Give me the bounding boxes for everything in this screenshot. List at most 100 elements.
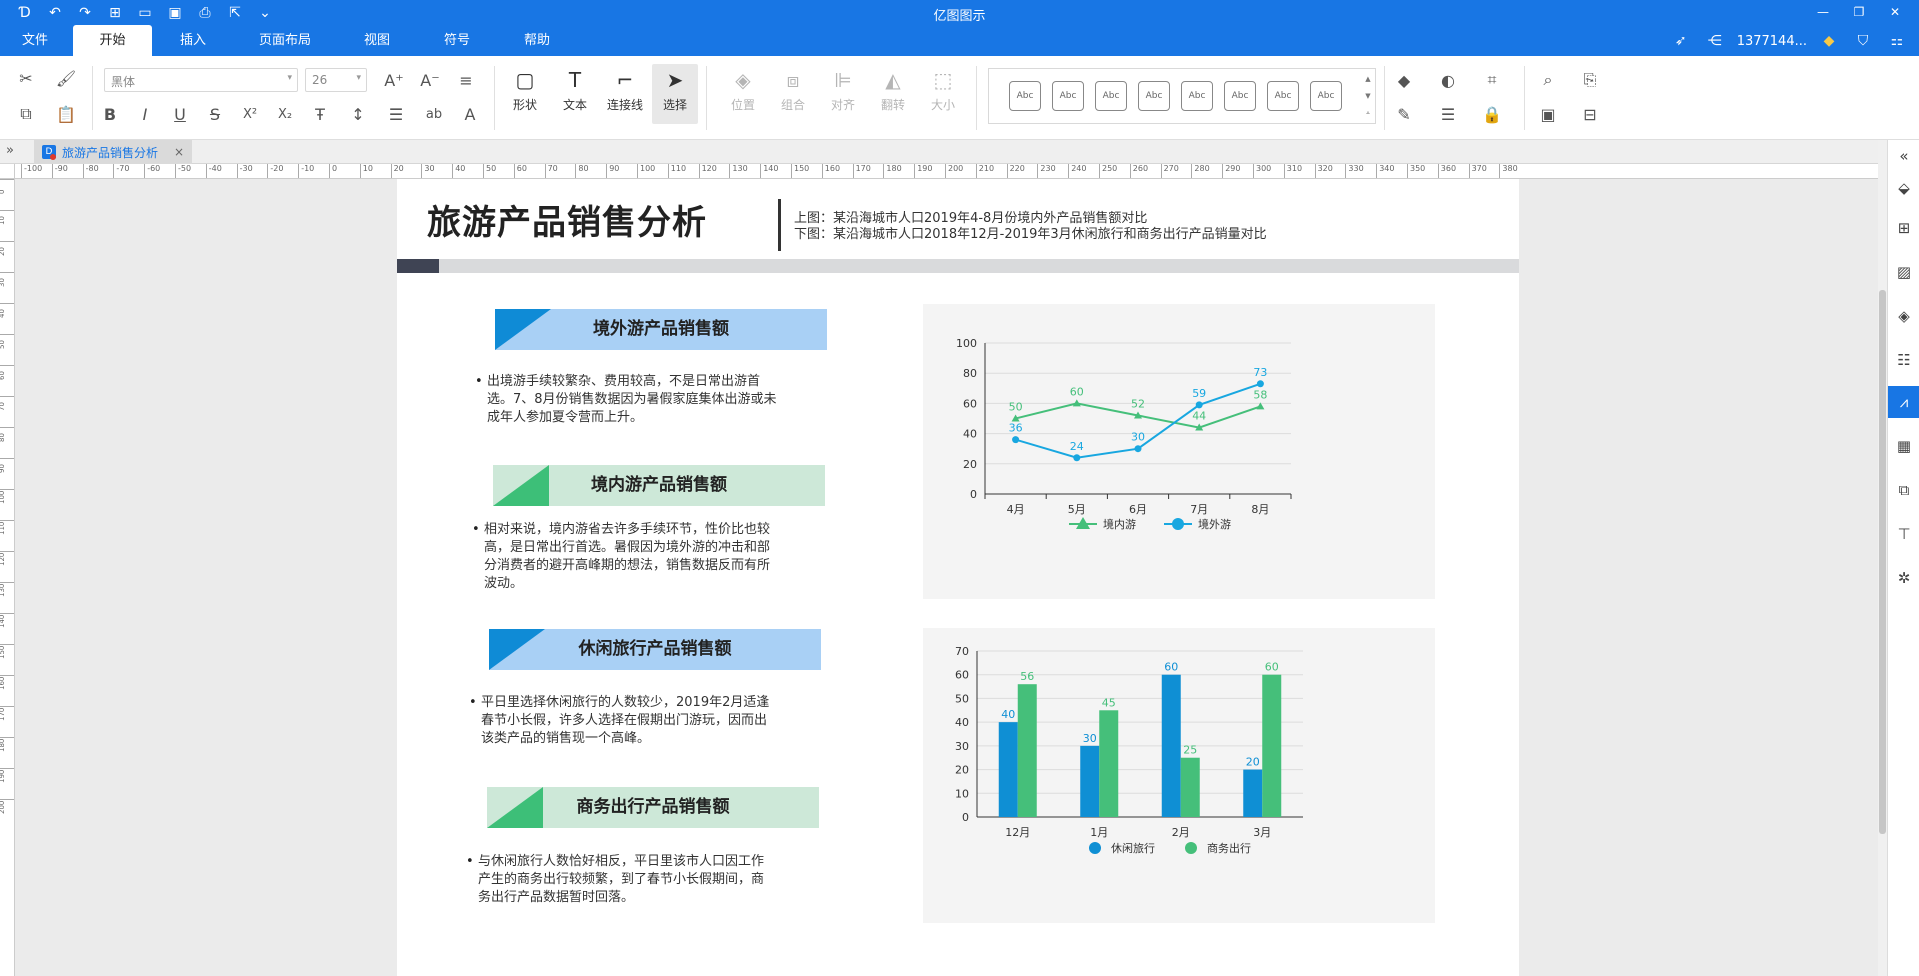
scrollbar-thumb[interactable]: [1879, 290, 1886, 834]
vip-diamond-icon[interactable]: ◆: [1817, 30, 1841, 52]
document-tab[interactable]: D 旅游产品销售分析 ×: [34, 140, 192, 164]
format-painter-icon[interactable]: 🖌: [54, 66, 78, 90]
font-size-select[interactable]: 26 ▾: [305, 68, 367, 92]
align-button[interactable]: ⊫ 对齐: [820, 64, 866, 124]
format-icon[interactable]: ⊤: [1888, 518, 1919, 550]
find-replace-icon[interactable]: ⎘: [1578, 68, 1602, 92]
ruler-tick-label: 0: [0, 179, 14, 210]
search-icon[interactable]: ⌕: [1536, 68, 1560, 92]
style-preset-1[interactable]: Abc: [1009, 81, 1041, 111]
line-chart[interactable]: 0 20 40 60 80 100 4月 5月 6月 7月 8月 50 60 52 44 58 36 24 30 59…: [923, 304, 1435, 599]
italic-icon[interactable]: I: [133, 102, 157, 126]
style-preset-5[interactable]: Abc: [1181, 81, 1213, 111]
vertical-scrollbar[interactable]: [1878, 140, 1887, 976]
menu-insert[interactable]: 插入: [170, 25, 216, 56]
mindmap-icon[interactable]: ✲: [1888, 562, 1919, 594]
image-icon[interactable]: ▨: [1888, 256, 1919, 288]
bar-data-label: 25: [1183, 744, 1197, 757]
chart-data-icon[interactable]: ⩘: [1888, 386, 1919, 418]
bar-chart[interactable]: 0 10 20 30 40 50 60 70 40 56 12月 30 45 1月 60 25 2月 20 60 3月…: [923, 628, 1435, 923]
layers-panel-icon[interactable]: ◈: [1888, 300, 1919, 332]
user-name[interactable]: 1377144...: [1737, 34, 1807, 49]
minimize-icon[interactable]: —: [1805, 2, 1841, 22]
canvas-area[interactable]: 旅游产品销售分析 上图：某沿海城市人口2019年4-8月份境内外产品销售额对比 …: [15, 179, 1878, 976]
grid-layout-icon[interactable]: ⊞: [1888, 212, 1919, 244]
style-preset-8[interactable]: Abc: [1310, 81, 1342, 111]
skin-icon[interactable]: ⛉: [1851, 30, 1875, 52]
legend-label: 商务出行: [1207, 841, 1251, 855]
bold-icon[interactable]: B: [98, 102, 122, 126]
font-color-icon[interactable]: A: [458, 102, 482, 126]
fit-page-icon[interactable]: ▣: [1536, 102, 1560, 126]
menu-file[interactable]: 文件: [14, 25, 56, 56]
collapse-panel-icon[interactable]: «: [1888, 140, 1919, 172]
text-tool-button[interactable]: T 文本: [552, 64, 598, 124]
text-align-icon[interactable]: ≡: [454, 68, 478, 92]
select-tool-button[interactable]: ➤ 选择: [652, 64, 698, 124]
font-family-select[interactable]: 黑体 ▾: [104, 68, 298, 92]
subscript-icon[interactable]: X₂: [273, 102, 297, 126]
style-preset-6[interactable]: Abc: [1224, 81, 1256, 111]
lock-icon[interactable]: 🔒: [1480, 102, 1504, 126]
bullet-list-icon[interactable]: ☰: [384, 102, 408, 126]
section-heading-outbound[interactable]: 境外游产品销售额: [495, 309, 827, 350]
size-button[interactable]: ⬚ 大小: [920, 64, 966, 124]
gallery-scroll-arrows[interactable]: ▲ ▼ ⩡: [1363, 71, 1373, 122]
page-title[interactable]: 旅游产品销售分析: [427, 195, 707, 244]
close-icon[interactable]: ✕: [1877, 2, 1913, 22]
group-button[interactable]: ⧈ 组合: [770, 64, 816, 124]
increase-font-icon[interactable]: A⁺: [382, 68, 406, 92]
restore-icon[interactable]: ❐: [1841, 2, 1877, 22]
menu-view[interactable]: 视图: [354, 25, 400, 56]
underline-icon[interactable]: U: [168, 102, 192, 126]
fill-bucket-icon[interactable]: ⬙: [1888, 172, 1919, 204]
text-style-icon[interactable]: ab: [422, 102, 446, 126]
style-preset-2[interactable]: Abc: [1052, 81, 1084, 111]
style-preset-4[interactable]: Abc: [1138, 81, 1170, 111]
shadow-icon[interactable]: ◐: [1436, 68, 1460, 92]
expand-panel-icon[interactable]: »: [6, 143, 14, 158]
share-send-icon[interactable]: ➶: [1669, 30, 1693, 52]
shape-tool-button[interactable]: ▢ 形状: [502, 64, 548, 124]
line-color-icon[interactable]: ✎: [1392, 102, 1416, 126]
superscript-icon[interactable]: X²: [238, 102, 262, 126]
text-case-icon[interactable]: Ŧ: [308, 102, 332, 126]
section-text-outbound[interactable]: 出境游手续较繁杂、费用较高，不是日常出游首选。7、8月份销售数据因为暑假家庭集体…: [475, 373, 785, 427]
cut-icon[interactable]: ✂: [14, 66, 38, 90]
style-preset-3[interactable]: Abc: [1095, 81, 1127, 111]
section-heading-leisure[interactable]: 休闲旅行产品销售额: [489, 629, 821, 670]
connector-tool-button[interactable]: ⌐ 连接线: [602, 64, 648, 124]
group-icon: ⧈: [786, 68, 800, 92]
strikethrough-icon[interactable]: S: [203, 102, 227, 126]
section-text-domestic[interactable]: 相对来说，境内游省去许多手续环节，性价比也较高，是日常出行首选。暑假因为境外游的…: [472, 521, 782, 593]
style-preset-7[interactable]: Abc: [1267, 81, 1299, 111]
section-heading-business[interactable]: 商务出行产品销售额: [487, 787, 819, 828]
decrease-font-icon[interactable]: A⁻: [418, 68, 442, 92]
subtitle-bottom[interactable]: 下图：某沿海城市人口2018年12月-2019年3月休闲旅行和商务出行产品销量对…: [794, 223, 1267, 242]
menu-help[interactable]: 帮助: [514, 25, 560, 56]
section-heading-domestic[interactable]: 境内游产品销售额: [493, 465, 825, 506]
y-tick-label: 30: [955, 740, 969, 753]
apps-grid-icon[interactable]: ⚏: [1885, 30, 1909, 52]
more-tools-icon[interactable]: ⊟: [1578, 102, 1602, 126]
legend-label: 境内游: [1103, 517, 1136, 531]
shape-data-icon[interactable]: ⧉: [1888, 474, 1919, 506]
section-text-business[interactable]: 与休闲旅行人数恰好相反，平日里该市人口因工作产生的商务出行较频繁，到了春节小长假…: [466, 853, 776, 907]
flip-button[interactable]: ◭ 翻转: [870, 64, 916, 124]
fill-color-icon[interactable]: ◆: [1392, 68, 1416, 92]
table-icon[interactable]: ▦: [1888, 430, 1919, 462]
menu-home[interactable]: 开始: [73, 25, 152, 56]
menu-symbol[interactable]: 符号: [434, 25, 480, 56]
line-spacing-icon[interactable]: ↕: [346, 102, 370, 126]
section-text-leisure[interactable]: 平日里选择休闲旅行的人数较少，2019年2月适逢春节小长假，许多人选择在假期出门…: [469, 694, 779, 748]
menu-page-layout[interactable]: 页面布局: [253, 25, 317, 56]
ruler-tick-label: 70: [0, 396, 14, 427]
page-properties-icon[interactable]: ☷: [1888, 344, 1919, 376]
line-style-icon[interactable]: ☰: [1436, 102, 1460, 126]
crop-icon[interactable]: ⌗: [1480, 68, 1504, 92]
position-button[interactable]: ◈ 位置: [720, 64, 766, 124]
copy-icon[interactable]: ⧉: [14, 102, 38, 126]
tab-close-icon[interactable]: ×: [174, 145, 184, 159]
paste-icon[interactable]: 📋: [54, 102, 78, 126]
share-icon[interactable]: ⋲: [1703, 30, 1727, 52]
